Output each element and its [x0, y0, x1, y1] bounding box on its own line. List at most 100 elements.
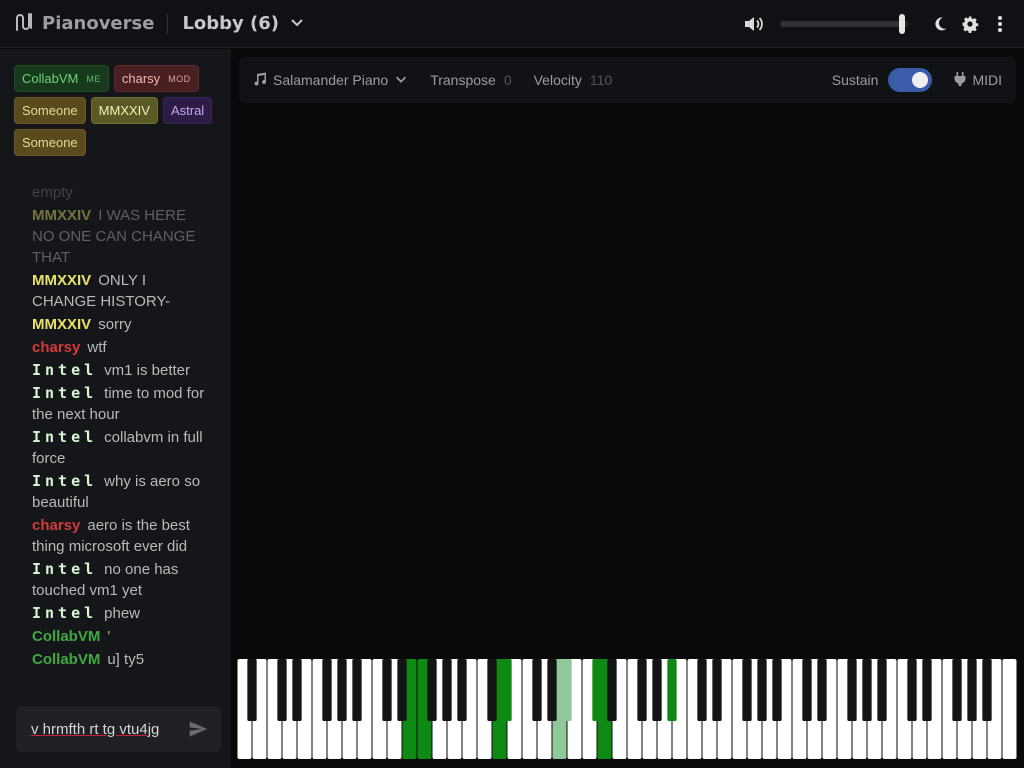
black-key[interactable] — [802, 659, 812, 721]
logo[interactable]: Pianoverse — [12, 10, 154, 38]
black-key[interactable] — [862, 659, 872, 721]
user-chip[interactable]: Someone — [14, 97, 86, 124]
black-key[interactable] — [427, 659, 437, 721]
chat-author[interactable]: Intel — [32, 560, 97, 578]
black-key[interactable] — [487, 659, 497, 721]
chat-author[interactable]: MMXXIV — [32, 316, 91, 333]
volume-fill — [780, 21, 902, 27]
black-key[interactable] — [277, 659, 287, 721]
velocity-value: 110 — [589, 72, 613, 88]
piano-keys[interactable] — [237, 659, 1017, 759]
black-key[interactable] — [382, 659, 392, 721]
send-icon[interactable] — [185, 716, 211, 742]
user-name: MMXXIV — [98, 103, 150, 118]
music-note-icon — [253, 72, 267, 89]
chat-message: charsy wtf — [32, 337, 212, 358]
chat-text: ' — [107, 628, 111, 645]
black-key[interactable] — [457, 659, 467, 721]
moon-icon[interactable] — [928, 12, 952, 36]
chat-author[interactable]: CollabVM — [32, 651, 100, 668]
black-key[interactable] — [547, 659, 557, 721]
gear-icon[interactable] — [958, 12, 982, 36]
user-name: Someone — [22, 103, 78, 118]
white-key[interactable] — [1002, 659, 1017, 759]
black-key[interactable] — [592, 659, 602, 721]
chat-message: Intel no one has touched vm1 yet — [32, 559, 212, 601]
black-key[interactable] — [967, 659, 977, 721]
black-key[interactable] — [847, 659, 857, 721]
chat-author[interactable]: MMXXIV — [32, 207, 91, 224]
black-key[interactable] — [697, 659, 707, 721]
chat-author[interactable]: charsy — [32, 339, 80, 356]
black-key[interactable] — [532, 659, 542, 721]
chat-author[interactable]: CollabVM — [32, 628, 100, 645]
chat-text: u] ty5 — [107, 651, 145, 668]
black-key[interactable] — [322, 659, 332, 721]
black-key[interactable] — [772, 659, 782, 721]
black-key[interactable] — [712, 659, 722, 721]
chat-input-box — [16, 706, 221, 752]
black-key[interactable] — [637, 659, 647, 721]
black-key[interactable] — [352, 659, 362, 721]
chat-message: charsy aero is the best thing microsoft e… — [32, 515, 212, 557]
top-bar: Pianoverse Lobby (6) — [0, 0, 1024, 48]
room-selector[interactable]: Lobby (6) — [182, 13, 305, 34]
chat-message: empty — [32, 182, 212, 203]
piano-keyboard[interactable] — [237, 659, 1017, 759]
black-key[interactable] — [607, 659, 617, 721]
volume-slider[interactable] — [780, 14, 908, 34]
chat-author[interactable]: Intel — [32, 428, 97, 446]
transpose-control[interactable]: Transpose 0 — [430, 72, 511, 88]
chat-author[interactable]: charsy — [32, 517, 80, 534]
volume-icon[interactable] — [742, 12, 766, 36]
plug-icon — [954, 71, 966, 89]
app-name: Pianoverse — [42, 13, 155, 34]
user-chip[interactable]: CollabVM ME — [14, 65, 109, 92]
black-key[interactable] — [247, 659, 257, 721]
chat-message: Intel collabvm in full force — [32, 427, 212, 469]
transpose-label: Transpose — [430, 72, 496, 88]
volume-handle[interactable] — [898, 14, 905, 34]
black-key[interactable] — [742, 659, 752, 721]
chat-author[interactable]: Intel — [32, 604, 97, 622]
sustain-toggle[interactable] — [888, 68, 933, 92]
chat-message: Intel why is aero so beautiful — [32, 471, 212, 513]
user-chip[interactable]: Someone — [14, 129, 86, 156]
chat-author[interactable]: Intel — [32, 384, 97, 402]
midi-button[interactable]: MIDI — [954, 71, 1002, 89]
instrument-name: Salamander Piano — [273, 72, 389, 88]
user-chip[interactable]: Astral — [162, 97, 213, 124]
black-key[interactable] — [982, 659, 992, 721]
chat-message: MMXXIV ONLY I CHANGE HISTORY- — [32, 270, 212, 312]
black-key[interactable] — [562, 659, 572, 721]
user-list: CollabVM ME charsy MOD Someone MMXXIV Astral So… — [14, 65, 220, 156]
chat-text: wtf — [87, 339, 107, 356]
user-role-badge: ME — [86, 73, 101, 84]
black-key[interactable] — [757, 659, 767, 721]
black-key[interactable] — [817, 659, 827, 721]
black-key[interactable] — [397, 659, 407, 721]
chevron-down-icon — [394, 72, 408, 89]
black-key[interactable] — [667, 659, 677, 721]
black-key[interactable] — [652, 659, 662, 721]
room-title: Lobby (6) — [182, 13, 280, 34]
chat-input[interactable] — [31, 720, 185, 738]
instrument-selector[interactable]: Salamander Piano — [253, 72, 408, 89]
user-chip[interactable]: charsy MOD — [113, 65, 199, 92]
black-key[interactable] — [442, 659, 452, 721]
black-key[interactable] — [292, 659, 302, 721]
black-key[interactable] — [877, 659, 887, 721]
chat-author[interactable]: MMXXIV — [32, 272, 91, 289]
black-key[interactable] — [907, 659, 917, 721]
chat-log[interactable]: empty MMXXIV I WAS HERE NO ONE CAN CHANGE … — [32, 182, 212, 690]
user-chip[interactable]: MMXXIV — [90, 97, 158, 124]
chat-author[interactable]: Intel — [32, 472, 97, 490]
black-key[interactable] — [952, 659, 962, 721]
more-vertical-icon[interactable] — [988, 12, 1012, 36]
user-name: charsy — [121, 71, 161, 86]
black-key[interactable] — [922, 659, 932, 721]
black-key[interactable] — [337, 659, 347, 721]
chat-author[interactable]: Intel — [32, 361, 97, 379]
black-key[interactable] — [502, 659, 512, 721]
velocity-control[interactable]: Velocity 110 — [534, 72, 613, 88]
